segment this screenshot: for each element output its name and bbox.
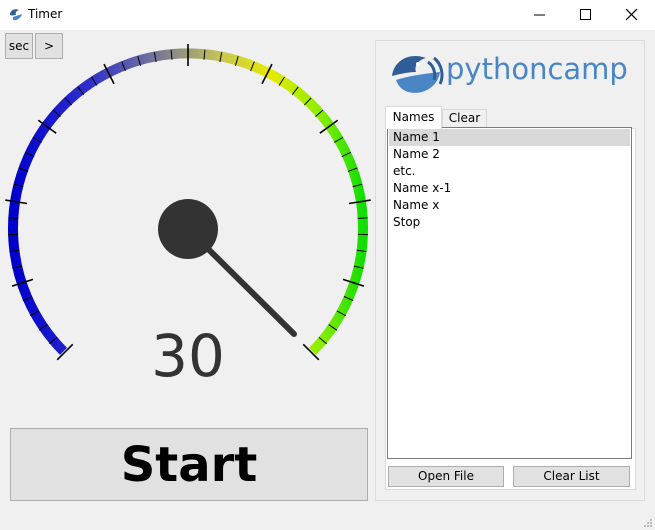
list-item[interactable]: Name x-1 — [389, 180, 630, 197]
resize-grip-icon[interactable] — [643, 518, 653, 528]
gauge-hub — [158, 199, 218, 259]
gauge-minor-tick — [8, 217, 19, 219]
list-item[interactable]: Stop — [389, 214, 630, 231]
tab-clear[interactable]: Clear — [442, 109, 487, 129]
maximize-button[interactable] — [563, 0, 609, 30]
start-button[interactable]: Start — [10, 428, 368, 501]
list-item[interactable]: Name 1 — [389, 129, 630, 146]
logo-text: pythoncamp — [446, 52, 628, 86]
title-bar: Timer — [0, 0, 655, 30]
minimize-button[interactable] — [517, 0, 563, 30]
close-icon — [626, 9, 638, 21]
maximize-icon — [580, 9, 591, 20]
names-listbox[interactable]: Name 1 Name 2 etc. Name x-1 Name x Stop — [387, 127, 632, 459]
gauge-minor-tick — [357, 217, 368, 219]
app-icon — [10, 9, 22, 21]
window-title: Timer — [28, 7, 63, 21]
list-item[interactable]: Name x — [389, 197, 630, 214]
timer-gauge: 30 — [5, 44, 371, 380]
open-file-button[interactable]: Open File — [388, 466, 504, 487]
tab-names[interactable]: Names — [385, 106, 442, 129]
list-item[interactable]: etc. — [389, 163, 630, 180]
minimize-icon — [534, 14, 545, 16]
close-button[interactable] — [609, 0, 655, 30]
list-item[interactable]: Name 2 — [389, 146, 630, 163]
clear-list-button[interactable]: Clear List — [513, 466, 630, 487]
gauge-value: 30 — [151, 322, 225, 380]
